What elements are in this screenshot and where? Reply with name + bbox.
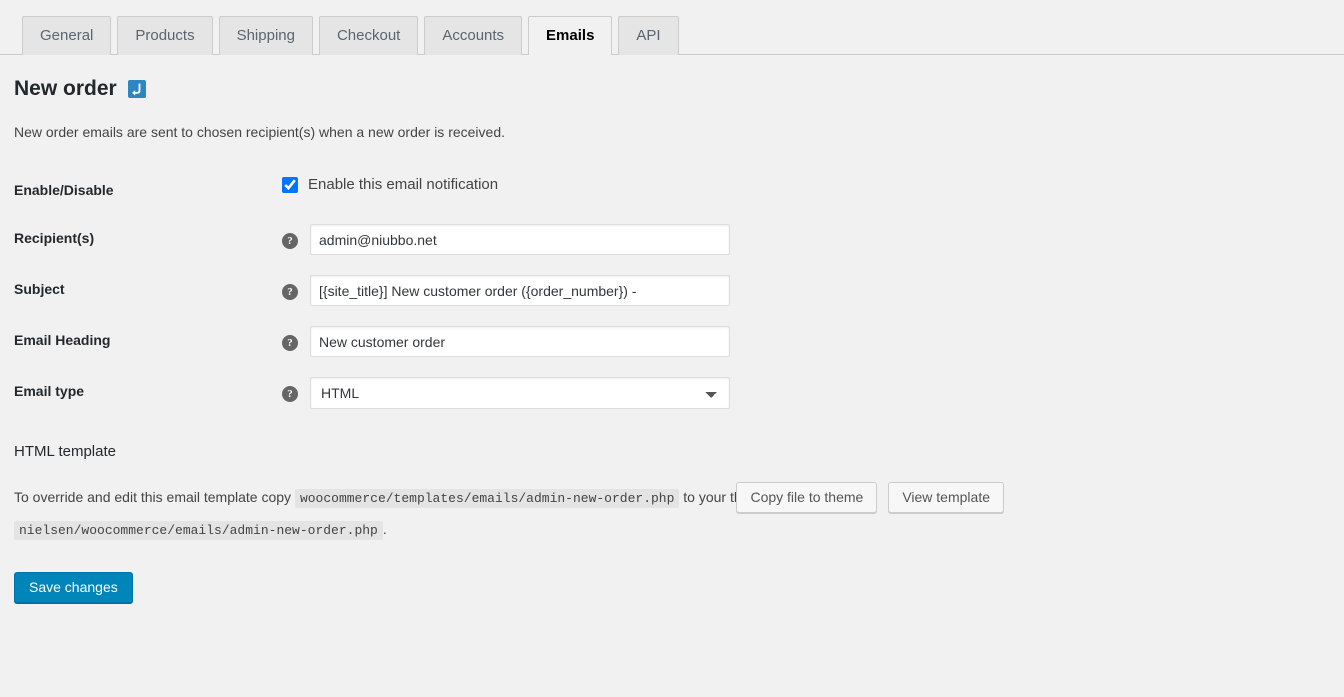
copy-file-to-theme-button[interactable]: Copy file to theme <box>736 482 878 514</box>
label-email-heading: Email Heading <box>14 332 111 349</box>
form-row-email-type: Email type ? Plain textHTMLMultipart <box>14 367 1330 419</box>
tab-list: General Products Shipping Checkout Accou… <box>22 0 1344 56</box>
label-enable-disable: Enable/Disable <box>14 182 114 199</box>
tab-accounts[interactable]: Accounts <box>424 16 523 55</box>
label-recipients: Recipient(s) <box>14 230 95 247</box>
email-settings-panel: New order New order emails are sent to c… <box>0 75 1344 604</box>
form-row-subject: Subject ? <box>14 265 1330 316</box>
form-row-recipients: Recipient(s) ? <box>14 214 1330 265</box>
template-source-path: woocommerce/templates/emails/admin-new-o… <box>294 489 680 509</box>
form-row-enable: Enable/Disable Enable this email notific… <box>14 166 1330 214</box>
email-type-select[interactable]: Plain textHTMLMultipart <box>310 377 730 410</box>
email-settings-form: Enable/Disable Enable this email notific… <box>14 166 1330 419</box>
help-icon-subject[interactable]: ? <box>282 284 298 301</box>
return-arrow-icon <box>127 79 146 98</box>
view-template-button[interactable]: View template <box>888 482 1004 514</box>
help-icon-recipients[interactable]: ? <box>282 233 298 250</box>
tab-general[interactable]: General <box>22 16 112 55</box>
form-footer: Save changes <box>14 572 1330 604</box>
template-text-before: To override and edit this email template… <box>14 489 292 506</box>
tab-products[interactable]: Products <box>117 16 213 55</box>
page-title-row: New order <box>14 75 1330 102</box>
form-row-email-heading: Email Heading ? <box>14 316 1330 367</box>
tab-api[interactable]: API <box>618 16 679 55</box>
settings-tab-bar: General Products Shipping Checkout Accou… <box>0 0 1344 56</box>
enable-checkbox-group: Enable this email notification <box>282 176 1320 193</box>
tab-checkout[interactable]: Checkout <box>318 16 419 55</box>
html-template-description: To override and edit this email template… <box>14 482 1004 546</box>
subject-input[interactable] <box>310 275 730 307</box>
help-icon-email-type[interactable]: ? <box>282 386 298 403</box>
html-template-heading: HTML template <box>14 443 116 461</box>
tab-shipping[interactable]: Shipping <box>218 16 313 55</box>
save-changes-button[interactable]: Save changes <box>14 572 133 604</box>
enable-email-checkbox-label[interactable]: Enable this email notification <box>308 176 498 193</box>
enable-email-checkbox[interactable] <box>282 176 298 193</box>
label-email-type: Email type <box>14 383 85 400</box>
page-description: New order emails are sent to chosen reci… <box>14 124 506 141</box>
template-text-after: . <box>382 521 387 538</box>
tab-emails[interactable]: Emails <box>528 16 613 56</box>
email-heading-input[interactable] <box>310 326 730 358</box>
help-icon-email-heading[interactable]: ? <box>282 335 298 352</box>
template-target-path: nielsen/woocommerce/emails/admin-new-ord… <box>14 521 383 541</box>
page-title: New order <box>14 77 117 100</box>
label-subject: Subject <box>14 281 65 298</box>
recipients-input[interactable] <box>310 224 730 256</box>
template-actions: Copy file to theme View template <box>736 482 1004 514</box>
